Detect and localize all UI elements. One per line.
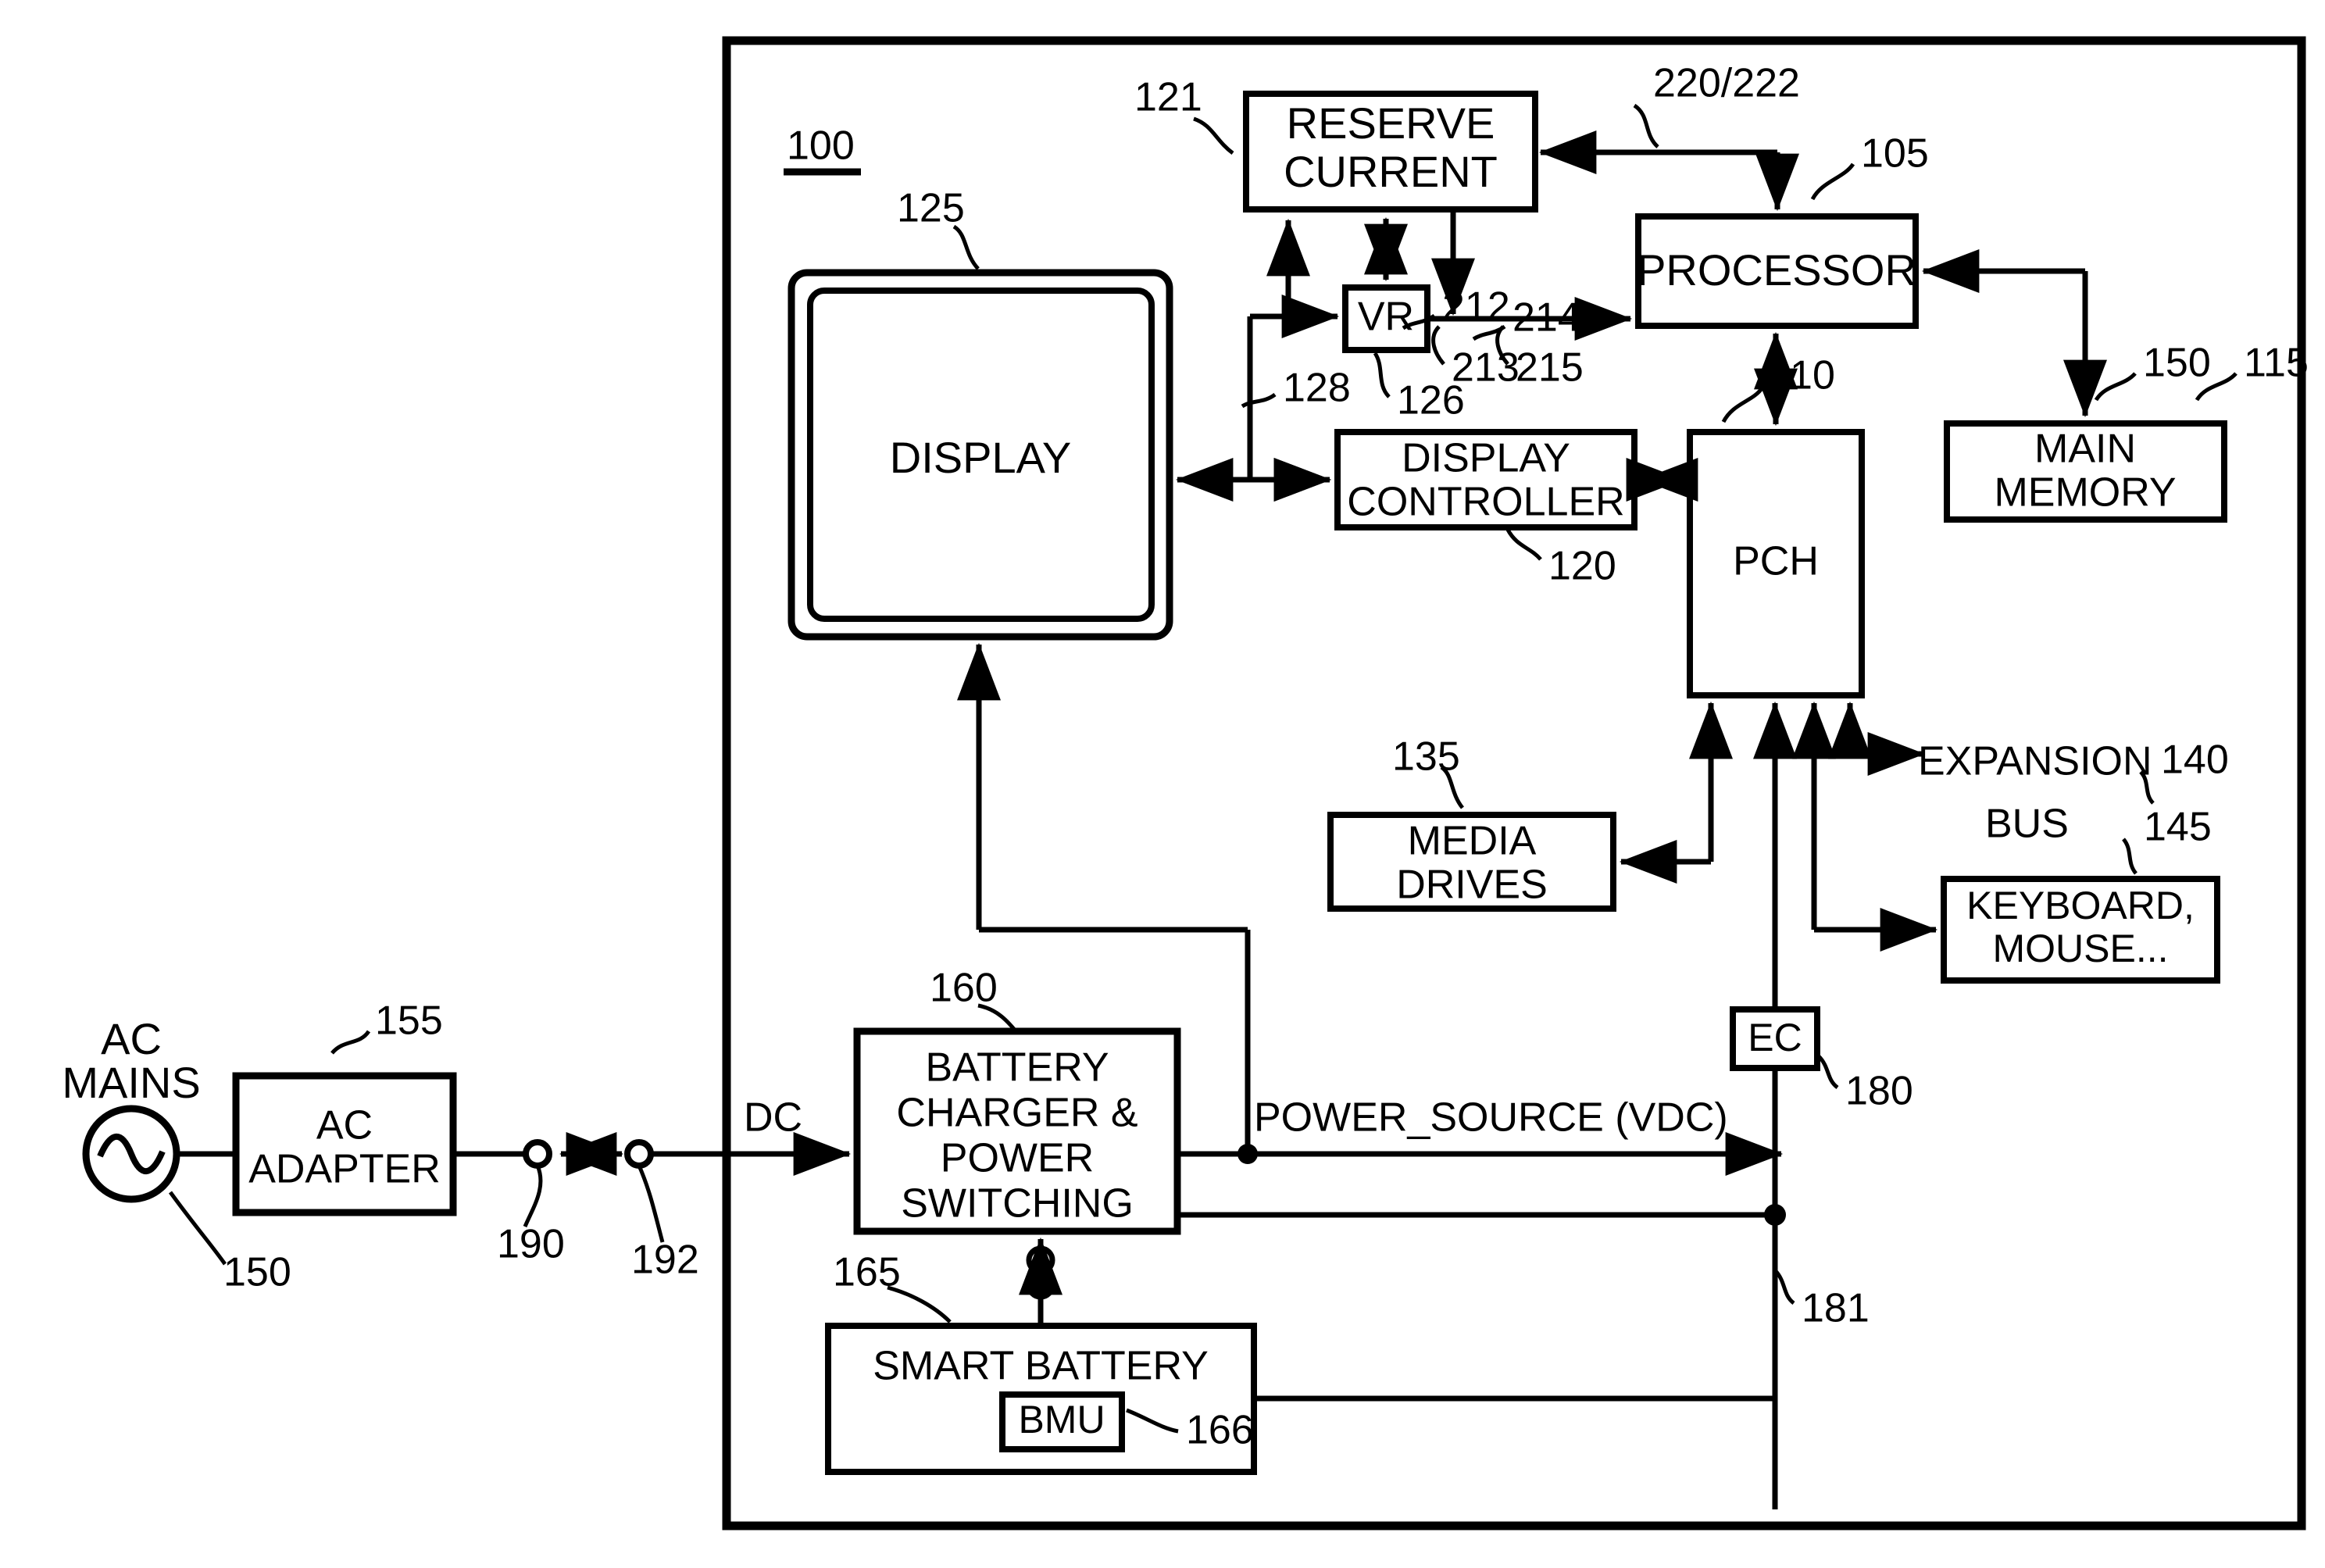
ref-120: 120 [1548, 544, 1616, 589]
leader-105 [1810, 163, 1855, 201]
ac-adapter-label-1: AC [316, 1103, 373, 1148]
ref-115: 115 [2244, 341, 2309, 386]
main-memory-label-2: MEMORY [1994, 470, 2176, 516]
ref-121: 121 [1134, 75, 1202, 120]
ref-213: 213 [1452, 345, 1520, 391]
battery-charger-label-1: BATTERY [925, 1045, 1109, 1091]
vr-label: VR [1358, 295, 1414, 340]
ref-181: 181 [1802, 1286, 1870, 1331]
leader-110 [1721, 386, 1765, 423]
leader-155 [330, 1030, 371, 1055]
ac-mains-label-2: MAINS [62, 1058, 200, 1107]
media-drives-label-1: MEDIA [1408, 819, 1537, 864]
pch-label: PCH [1733, 539, 1819, 584]
ref-145: 145 [2144, 805, 2212, 850]
ref-220-222: 220/222 [1653, 61, 1800, 106]
ref-160: 160 [930, 966, 998, 1011]
keyboard-mouse-label-2: MOUSE... [1992, 927, 2168, 970]
ref-212: 212 [1442, 284, 1510, 330]
media-drives-label-2: DRIVES [1396, 863, 1548, 908]
ac-mains-label-1: AC [101, 1014, 162, 1063]
battery-charger-label-3: POWER [941, 1136, 1094, 1181]
battery-connector-b [1026, 1245, 1055, 1275]
smart-battery-label: SMART BATTERY [873, 1344, 1209, 1389]
ref-110: 110 [1770, 353, 1835, 398]
ac-adapter-label-2: ADAPTER [248, 1147, 441, 1192]
processor-label: PROCESSOR [1637, 245, 1916, 295]
label-power-source: POWER_SOURCE (VDC) [1254, 1095, 1728, 1141]
ref-140: 140 [2161, 738, 2229, 783]
expansion-bus-label-1: EXPANSION [1918, 739, 2152, 784]
ref-135: 135 [1392, 734, 1460, 780]
ref-128: 128 [1283, 366, 1351, 411]
display-controller-label-2: CONTROLLER [1347, 480, 1624, 525]
leader-150-mem [2094, 372, 2137, 402]
ec-label: EC [1748, 1016, 1802, 1059]
leader-125 [952, 224, 980, 270]
ref-180: 180 [1845, 1069, 1913, 1114]
ref-125: 125 [897, 186, 965, 231]
leader-213 [1431, 325, 1445, 366]
main-memory-label-1: MAIN [2034, 427, 2136, 472]
ref-215: 215 [1516, 345, 1584, 391]
leader-128 [1241, 392, 1277, 409]
ref-166: 166 [1186, 1408, 1254, 1453]
reserve-current-label-1: RESERVE [1287, 98, 1495, 148]
patent-block-diagram: 100 RESERVE CURRENT 121 220/222 PROCESSO… [62, 36, 2309, 1530]
leader-220-222 [1633, 103, 1659, 148]
battery-charger-label-4: SWITCHING [901, 1181, 1134, 1227]
ref-192: 192 [631, 1238, 699, 1283]
ref-105: 105 [1861, 131, 1929, 177]
expansion-bus-label-2: BUS [1985, 802, 2069, 847]
ref-155: 155 [375, 998, 443, 1044]
ref-190: 190 [497, 1222, 565, 1267]
leader-181 [1773, 1269, 1795, 1305]
connector-190 [523, 1139, 552, 1169]
leader-145 [2121, 838, 2138, 875]
leader-126 [1373, 352, 1391, 398]
leader-166 [1126, 1408, 1179, 1434]
ref-214: 214 [1512, 295, 1580, 341]
battery-connector-a [1026, 1270, 1055, 1300]
keyboard-mouse-label-1: KEYBOARD, [1966, 884, 2195, 927]
ref-150-membus: 150 [2143, 341, 2211, 386]
display-controller-label-1: DISPLAY [1402, 436, 1570, 481]
label-dc: DC [744, 1095, 802, 1141]
leader-192 [637, 1164, 665, 1243]
node-ec-junction [1764, 1204, 1786, 1226]
leader-190 [523, 1165, 543, 1227]
ref-165: 165 [833, 1250, 901, 1295]
connector-192 [624, 1139, 654, 1169]
leader-121 [1193, 116, 1234, 155]
battery-charger-label-2: CHARGER & [896, 1091, 1138, 1136]
bmu-label: BMU [1018, 1398, 1105, 1441]
ref-150-mains: 150 [223, 1250, 291, 1295]
figure-canvas: 100 RESERVE CURRENT 121 220/222 PROCESSO… [0, 0, 2325, 1568]
leader-180 [1817, 1055, 1839, 1090]
display-label: DISPLAY [890, 433, 1071, 482]
ac-sine-wave [97, 1133, 166, 1175]
leader-120 [1505, 528, 1542, 561]
leader-150-mains [168, 1191, 227, 1266]
system-ref-100: 100 [787, 123, 855, 169]
reserve-current-label-2: CURRENT [1284, 147, 1498, 196]
